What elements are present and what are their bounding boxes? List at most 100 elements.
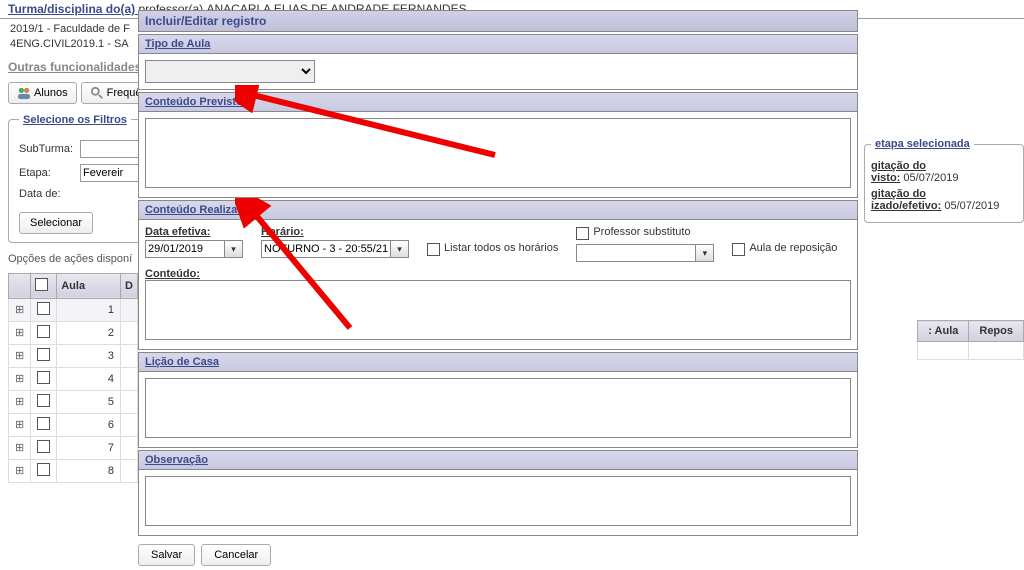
aula-cell: 2 bbox=[57, 321, 121, 344]
prof-substituto-input[interactable] bbox=[576, 244, 696, 262]
aulas-table: Aula D ⊞ 1 ⊞ 2 ⊞ 3 ⊞ 4 ⊞ 5 ⊞ 6 ⊞ 7 ⊞ 8 bbox=[8, 273, 138, 483]
row-checkbox[interactable] bbox=[37, 302, 50, 315]
table-row: ⊞ 4 bbox=[9, 367, 138, 390]
table-row: ⊞ 6 bbox=[9, 413, 138, 436]
checkbox-all[interactable] bbox=[35, 278, 48, 291]
row-checkbox[interactable] bbox=[37, 394, 50, 407]
right-line2-date: 05/07/2019 bbox=[944, 200, 999, 212]
table-row: ⊞ 3 bbox=[9, 344, 138, 367]
salvar-button[interactable]: Salvar bbox=[138, 544, 195, 566]
freq-label: Frequê bbox=[107, 87, 142, 99]
horario-dropdown-button[interactable]: ▾ bbox=[391, 240, 409, 258]
aula-cell: 3 bbox=[57, 344, 121, 367]
row-checkbox[interactable] bbox=[37, 463, 50, 476]
expand-icon[interactable]: ⊞ bbox=[9, 436, 31, 459]
search-icon bbox=[90, 86, 104, 100]
horario-input[interactable] bbox=[261, 240, 391, 258]
chevron-down-icon: ▾ bbox=[231, 244, 236, 255]
chevron-down-icon: ▾ bbox=[703, 248, 708, 259]
data-efetiva-dropdown-button[interactable]: ▾ bbox=[225, 240, 243, 258]
right-line1-label: gitação do bbox=[871, 160, 926, 172]
right-col-aula: : Aula bbox=[918, 321, 969, 342]
table-row: ⊞ 8 bbox=[9, 459, 138, 482]
observacao-textarea[interactable] bbox=[145, 476, 851, 526]
expand-icon[interactable]: ⊞ bbox=[9, 321, 31, 344]
d-cell bbox=[121, 298, 138, 321]
right-line1-date: 05/07/2019 bbox=[903, 172, 958, 184]
col-aula: Aula bbox=[57, 273, 121, 298]
subturma-label: SubTurma: bbox=[19, 143, 74, 155]
expand-icon[interactable]: ⊞ bbox=[9, 344, 31, 367]
aula-cell: 1 bbox=[57, 298, 121, 321]
table-row: ⊞ 2 bbox=[9, 321, 138, 344]
right-table-peek: : Aula Repos bbox=[917, 320, 1024, 360]
col-expand bbox=[9, 273, 31, 298]
aula-reposicao-checkbox[interactable] bbox=[732, 243, 745, 256]
expand-icon[interactable]: ⊞ bbox=[9, 298, 31, 321]
expand-icon[interactable]: ⊞ bbox=[9, 459, 31, 482]
prof-substituto-checkbox[interactable] bbox=[576, 227, 589, 240]
right-info: etapa selecionada gitação do visto: 05/0… bbox=[864, 138, 1024, 223]
row-checkbox[interactable] bbox=[37, 371, 50, 384]
row-checkbox[interactable] bbox=[37, 417, 50, 430]
horario-label: Horário: bbox=[261, 226, 409, 238]
filters-legend: Selecione os Filtros bbox=[19, 114, 131, 126]
col-d: D bbox=[121, 273, 138, 298]
table-row: ⊞ 5 bbox=[9, 390, 138, 413]
d-cell bbox=[121, 390, 138, 413]
d-cell bbox=[121, 436, 138, 459]
right-line2-end: izado/efetivo: bbox=[871, 200, 941, 212]
d-cell bbox=[121, 321, 138, 344]
chevron-down-icon: ▾ bbox=[397, 244, 402, 255]
conteudo-textarea[interactable] bbox=[145, 280, 851, 340]
listar-checkbox[interactable] bbox=[427, 243, 440, 256]
right-line1-end: visto: bbox=[871, 172, 900, 184]
row-checkbox[interactable] bbox=[37, 325, 50, 338]
licao-casa-textarea[interactable] bbox=[145, 378, 851, 438]
right-legend: etapa selecionada bbox=[871, 138, 974, 150]
aula-reposicao-label: Aula de reposição bbox=[749, 242, 837, 254]
expand-icon[interactable]: ⊞ bbox=[9, 413, 31, 436]
alunos-label: Alunos bbox=[34, 87, 68, 99]
conteudo-previsto-textarea[interactable] bbox=[145, 118, 851, 188]
table-row: ⊞ 1 bbox=[9, 298, 138, 321]
tipo-aula-section: Tipo de Aula bbox=[138, 34, 858, 54]
row-checkbox[interactable] bbox=[37, 440, 50, 453]
aula-cell: 4 bbox=[57, 367, 121, 390]
edit-record-modal: Incluir/Editar registro Tipo de Aula Con… bbox=[138, 10, 858, 566]
d-cell bbox=[121, 459, 138, 482]
people-icon bbox=[17, 86, 31, 100]
listar-label: Listar todos os horários bbox=[444, 242, 558, 254]
data-efetiva-label: Data efetiva: bbox=[145, 226, 243, 238]
aula-cell: 6 bbox=[57, 413, 121, 436]
data-efetiva-input[interactable] bbox=[145, 240, 225, 258]
aula-cell: 8 bbox=[57, 459, 121, 482]
etapa-label: Etapa: bbox=[19, 167, 74, 179]
datade-label: Data de: bbox=[19, 188, 74, 200]
d-cell bbox=[121, 367, 138, 390]
header-label: Turma/disciplina do(a) bbox=[8, 2, 135, 16]
observacao-section: Observação bbox=[138, 450, 858, 470]
conteudo-label: Conteúdo: bbox=[145, 268, 200, 280]
aula-cell: 7 bbox=[57, 436, 121, 459]
table-row: ⊞ 7 bbox=[9, 436, 138, 459]
prof-substituto-dropdown-button[interactable]: ▾ bbox=[696, 244, 714, 262]
right-col-repos: Repos bbox=[969, 321, 1024, 342]
d-cell bbox=[121, 344, 138, 367]
modal-title: Incluir/Editar registro bbox=[138, 10, 858, 32]
tipo-aula-select[interactable] bbox=[145, 60, 315, 83]
aula-cell: 5 bbox=[57, 390, 121, 413]
alunos-button[interactable]: Alunos bbox=[8, 82, 77, 104]
selecionar-button[interactable]: Selecionar bbox=[19, 212, 93, 234]
col-checkbox-header bbox=[31, 273, 57, 298]
conteudo-realizado-section: Conteúdo Realizado bbox=[138, 200, 858, 220]
licao-casa-section: Lição de Casa bbox=[138, 352, 858, 372]
expand-icon[interactable]: ⊞ bbox=[9, 390, 31, 413]
expand-icon[interactable]: ⊞ bbox=[9, 367, 31, 390]
d-cell bbox=[121, 413, 138, 436]
cancelar-button[interactable]: Cancelar bbox=[201, 544, 271, 566]
conteudo-previsto-section: Conteúdo Previsto bbox=[138, 92, 858, 112]
right-line2-label: gitação do bbox=[871, 188, 926, 200]
prof-substituto-label: Professor substituto bbox=[593, 226, 690, 238]
row-checkbox[interactable] bbox=[37, 348, 50, 361]
